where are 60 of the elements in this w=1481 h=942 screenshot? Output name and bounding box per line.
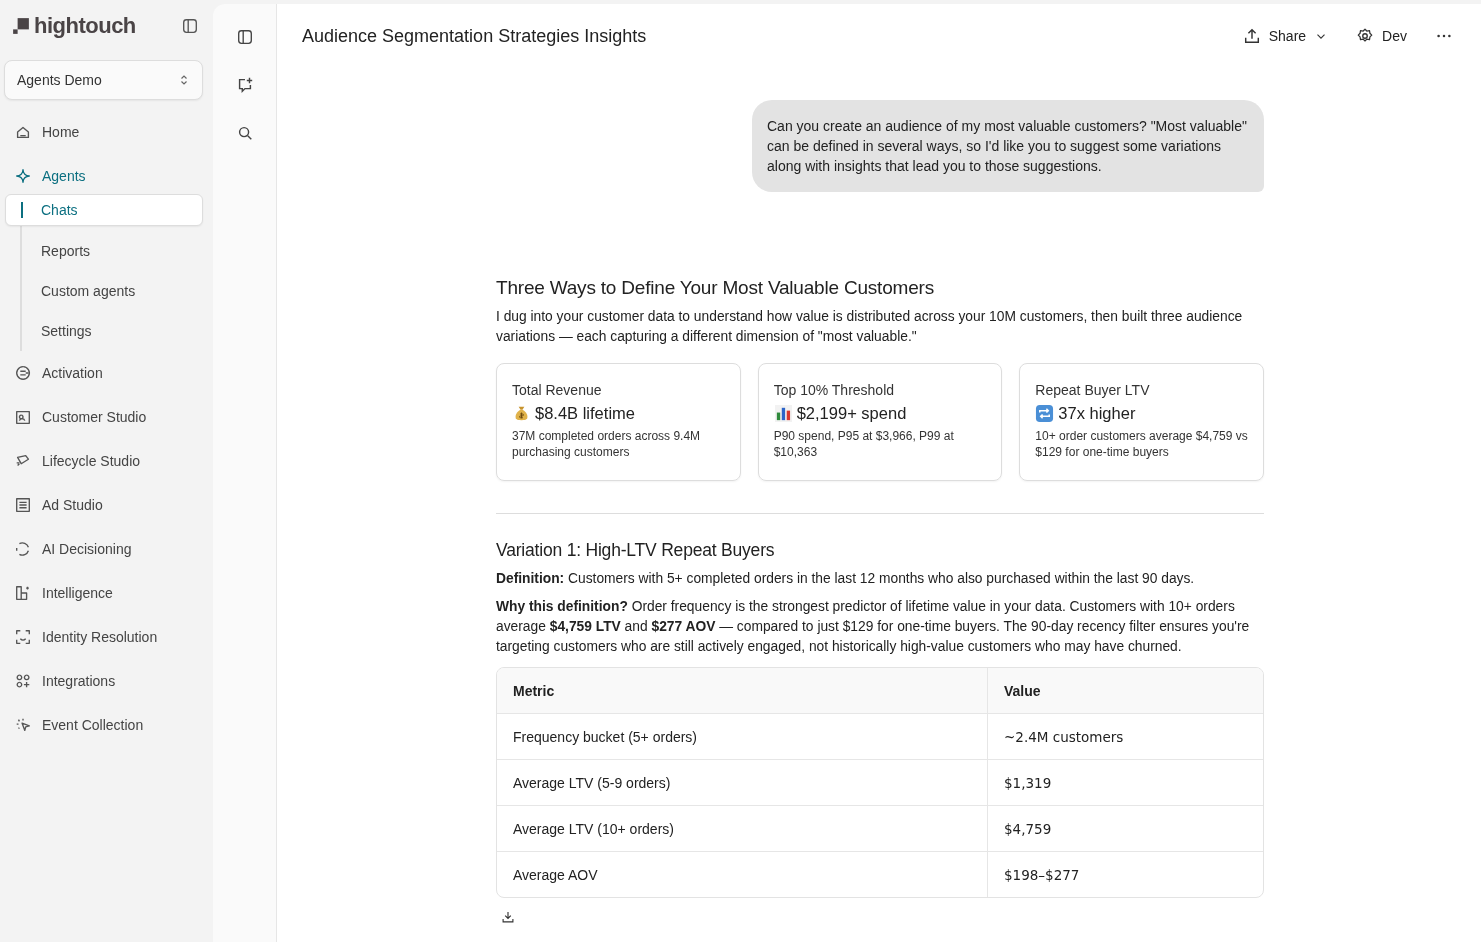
card-title: Repeat Buyer LTV [1035, 382, 1151, 398]
nav-subitem[interactable]: Reports [22, 231, 203, 271]
section-heading: Variation 1: High-LTV Repeat Buyers [496, 540, 776, 561]
nav-item[interactable]: Home [4, 110, 203, 154]
nav-icon [14, 716, 32, 734]
response-paragraph: Definition: Customers with 5+ completed orders in the last 12 months who also purchased within the last 90 days. [496, 570, 1196, 588]
nav-icon [14, 628, 32, 646]
nav-item[interactable]: AI Decisioning [4, 527, 203, 571]
column-header: Metric [497, 668, 988, 713]
table-cell: Average LTV (5-9 orders) [497, 760, 988, 805]
nav-item[interactable]: Lifecycle Studio [4, 439, 203, 483]
nav-item[interactable]: Ad Studio [4, 483, 203, 527]
nav-item[interactable]: Customer Studio [4, 395, 203, 439]
card-description: 10+ order customers average $4,759 vs $129 for one-time buyers [1035, 428, 1248, 460]
nav-item[interactable]: Activation [4, 351, 203, 395]
card-value: $2,199+ spend [796, 404, 907, 423]
share-button[interactable]: Share [1242, 27, 1329, 45]
nav-icon [14, 496, 32, 514]
upload-icon [1242, 27, 1261, 45]
response-heading: Three Ways to Define Your Most Valuable Customers [496, 277, 935, 299]
nav-item[interactable]: Intelligence [4, 571, 203, 615]
nav-icon [14, 672, 32, 690]
dev-button[interactable]: Dev [1356, 27, 1407, 45]
card-description: P90 spend, P95 at $3,966, P99 at $10,363 [773, 428, 955, 460]
download-icon[interactable] [501, 910, 515, 924]
workspace-selector[interactable]: Agents Demo [4, 60, 203, 100]
card-title: Total Revenue [512, 382, 603, 398]
sidebar-toggle-icon[interactable] [181, 17, 199, 35]
nav-icon [14, 408, 32, 426]
chevron-icon [178, 74, 190, 86]
card-value: 37x higher [1058, 404, 1136, 423]
bar-chart-icon [773, 404, 793, 423]
nav-icon [14, 364, 32, 382]
nav-icon [14, 584, 32, 602]
chat-title: Audience Segmentation Strategies Insights [302, 25, 647, 47]
nav-subitem[interactable]: Custom agents [22, 271, 203, 311]
card-description: 37M completed orders across 9.4M purchasing customers [512, 428, 702, 460]
table-cell: Average AOV [497, 852, 988, 897]
nav-subitem[interactable]: Chats [5, 194, 203, 226]
column-header: Value [1003, 681, 1042, 701]
response-paragraph: Why this definition? Order frequency is the strongest predictor of lifetime value in your data. Customers with 10+ orders average $4,759 LTV and $277 AOV — compared to just $129 for one-time buyers. The 90-day recency filter ensures you're targeting customers who are still actively engaged, not historically high-value customers who may have churned. [496, 598, 1251, 656]
card-value: $8.4B lifetime [535, 404, 635, 423]
nav-icon [14, 540, 32, 558]
nav-item[interactable]: Identity Resolution [4, 615, 203, 659]
nav-item[interactable]: Integrations [4, 659, 203, 703]
card-title: Top 10% Threshold [773, 382, 896, 398]
table-cell-text: $4,759 [1003, 819, 1053, 839]
logo: hightouch [12, 13, 136, 39]
panel-icon[interactable] [235, 28, 254, 46]
nav-icon [14, 167, 32, 185]
nav-item[interactable]: Event Collection [4, 703, 203, 747]
table-cell-text: $1,319 [1003, 773, 1053, 793]
table-cell: Average LTV (10+ orders) [497, 806, 988, 851]
repeat-icon [1035, 404, 1055, 423]
table-cell: Frequency bucket (5+ orders) [497, 714, 988, 759]
table-cell-text: $198–$277 [1003, 865, 1081, 885]
table-cell-text: ~2.4M customers [1003, 727, 1125, 747]
nav-subitem[interactable]: Settings [22, 311, 203, 351]
response-paragraph: I dug into your customer data to understand how value is distributed across your 10M customers, then built three audience variations — each capturing a different dimension of "most valuable." [496, 308, 1244, 346]
user-message: Can you create an audience of my most valuable customers? "Most valuable" can be defined in several ways, so I'd like you to suggest some variations along with insights that lead you to those suggestions. [752, 100, 1264, 192]
